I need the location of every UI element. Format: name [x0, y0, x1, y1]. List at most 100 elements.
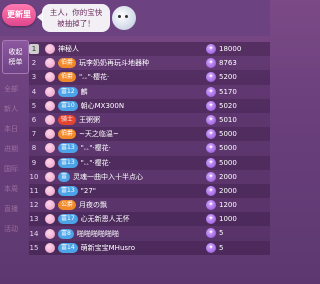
diamond-icon: ✦	[206, 200, 216, 211]
level-badge: 富	[58, 171, 71, 182]
top-banner: 更新里 主人，你的宝快 被抽掉了！	[0, 0, 270, 36]
user-name: "ۦۦ"·樱花·	[79, 73, 110, 82]
collapse-ranking-tab[interactable]: 收起 榜单	[2, 40, 29, 74]
ranking-row[interactable]: 11 富13 "27" ✦ 2000	[29, 183, 270, 199]
rank-number: 2	[31, 59, 37, 68]
level-badge: 富13	[58, 143, 78, 154]
level-badge: 富13	[58, 185, 78, 196]
avatar[interactable]	[45, 214, 55, 225]
contribution-score: 2000	[219, 186, 237, 195]
level-badge: 富13	[58, 157, 78, 168]
rank-number: 1	[29, 44, 39, 55]
ranking-row[interactable]: 14 富8 啪啪啪啪啪啪 ✦ 5	[29, 226, 270, 241]
diamond-icon: ✦	[206, 58, 216, 69]
ranking-row[interactable]: 1 神秘人 ✦ 18000	[29, 42, 270, 57]
user-name: 月夜の飘	[79, 201, 108, 210]
avatar[interactable]	[45, 44, 55, 55]
avatar[interactable]	[45, 143, 55, 154]
ghost-label: 本日	[4, 125, 18, 133]
avatar[interactable]	[45, 185, 55, 196]
ranking-row[interactable]: 8 富13 "ۦۦ"·樱花· ✦ 5000	[29, 141, 270, 156]
rank-number: 3	[31, 73, 37, 82]
ranking-row[interactable]: 4 富12 麟 ✦ 5170	[29, 84, 270, 99]
ranking-row[interactable]: 6 骑士 王粥粥 ✦ 5010	[29, 112, 270, 128]
avatar[interactable]	[45, 72, 55, 83]
user-name: 啪啪啪啪啪啪	[76, 229, 119, 238]
contribution-score: 18000	[219, 45, 242, 53]
contribution-score: 5200	[219, 73, 237, 82]
level-badge: 富14	[58, 242, 78, 253]
avatar[interactable]	[45, 242, 55, 253]
avatar[interactable]	[45, 100, 55, 111]
ranking-row[interactable]: 12 公爵 月夜の飘 ✦ 1200	[29, 198, 270, 213]
contribution-score: 5020	[219, 101, 237, 110]
level-badge: 伯爵	[58, 72, 77, 83]
diamond-icon: ✦	[206, 86, 216, 97]
ghost-label: 新人	[4, 105, 18, 113]
pet-icon[interactable]	[112, 6, 136, 30]
level-badge: 公爵	[58, 200, 77, 211]
diamond-icon: ✦	[206, 228, 216, 239]
contribution-score: 1200	[219, 201, 237, 210]
rank-number: 12	[29, 201, 39, 210]
user-name: 心无新恩人无怀	[80, 215, 130, 224]
ranking-row[interactable]: 15 富14 萌新宝宝MHusro ✦ 5	[29, 240, 270, 255]
diamond-icon: ✦	[206, 214, 216, 225]
level-badge: 富12	[58, 86, 78, 97]
diamond-icon: ✦	[206, 114, 216, 125]
avatar[interactable]	[45, 58, 55, 69]
ranking-row[interactable]: 13 富17 心无新恩人无怀 ✦ 1000	[29, 212, 270, 227]
avatar[interactable]	[45, 129, 55, 140]
avatar[interactable]	[45, 157, 55, 168]
collapse-ranking-label: 收起 榜单	[8, 48, 23, 66]
level-badge: 富17	[58, 214, 78, 225]
avatar[interactable]	[45, 115, 55, 126]
avatar[interactable]	[45, 171, 55, 182]
user-name: 灵魂一曲中入十半点心	[73, 172, 144, 181]
update-badge[interactable]: 更新里	[2, 4, 36, 26]
user-name: 朝心MX300N	[80, 101, 125, 110]
user-name: 萌新宝宝MHusro	[80, 243, 136, 252]
contribution-score: 5000	[219, 158, 237, 167]
rank-number: 8	[31, 144, 37, 153]
rank-number: 10	[29, 172, 39, 181]
contribution-score: 5010	[219, 115, 237, 124]
avatar[interactable]	[45, 200, 55, 211]
speech-bubble: 主人，你的宝快 被抽掉了！	[37, 4, 110, 32]
user-name: 玩李奶奶再玩斗地器种	[79, 59, 150, 68]
ranking-row[interactable]: 7 伯爵 ~天之临温~ ✦ 5000	[29, 127, 270, 142]
contribution-score: 5000	[219, 144, 237, 153]
user-name: "27"	[80, 186, 96, 195]
contribution-score: 5000	[219, 130, 237, 139]
ranking-row[interactable]: 5 富10 朝心MX300N ✦ 5020	[29, 98, 270, 113]
rank-number: 4	[31, 87, 37, 96]
ranking-row[interactable]: 10 富灵魂一曲中入十半点心 ✦ 2000	[29, 169, 270, 184]
rank-number: 15	[29, 243, 39, 252]
diamond-icon: ✦	[206, 143, 216, 154]
level-badge: 富8	[58, 228, 74, 239]
ghost-label: 全部	[4, 85, 18, 93]
user-name: "ۦۦ"·樱花·	[80, 158, 111, 167]
contribution-score: 5170	[219, 87, 237, 96]
contribution-score: 1000	[219, 215, 237, 224]
level-badge: 伯爵	[58, 58, 77, 69]
ranking-row[interactable]: 9 富13 "ۦۦ"·樱花· ✦ 5000	[29, 155, 270, 170]
diamond-icon: ✦	[206, 185, 216, 196]
avatar[interactable]	[45, 86, 55, 97]
diamond-icon: ✦	[206, 129, 216, 140]
speech-text: 主人，你的宝快 被抽掉了！	[49, 8, 103, 28]
ranking-row[interactable]: 3 伯爵 "ۦۦ"·樱花· ✦ 5200	[29, 70, 270, 85]
user-name: ~天之临温~	[79, 130, 119, 139]
ranking-row[interactable]: 2 伯爵 玩李奶奶再玩斗地器种 ✦ 8763	[29, 56, 270, 71]
rank-number: 7	[31, 130, 37, 139]
level-badge: 富10	[58, 100, 78, 111]
rank-number: 11	[29, 186, 39, 195]
user-name: "ۦۦ"·樱花·	[80, 144, 111, 153]
avatar[interactable]	[45, 228, 55, 239]
rank-number: 5	[31, 101, 37, 110]
diamond-icon: ✦	[206, 242, 216, 253]
contribution-score: 8763	[219, 59, 237, 68]
ghost-label: 国际	[4, 165, 18, 173]
user-name: 麟	[80, 87, 88, 96]
diamond-icon: ✦	[206, 157, 216, 168]
